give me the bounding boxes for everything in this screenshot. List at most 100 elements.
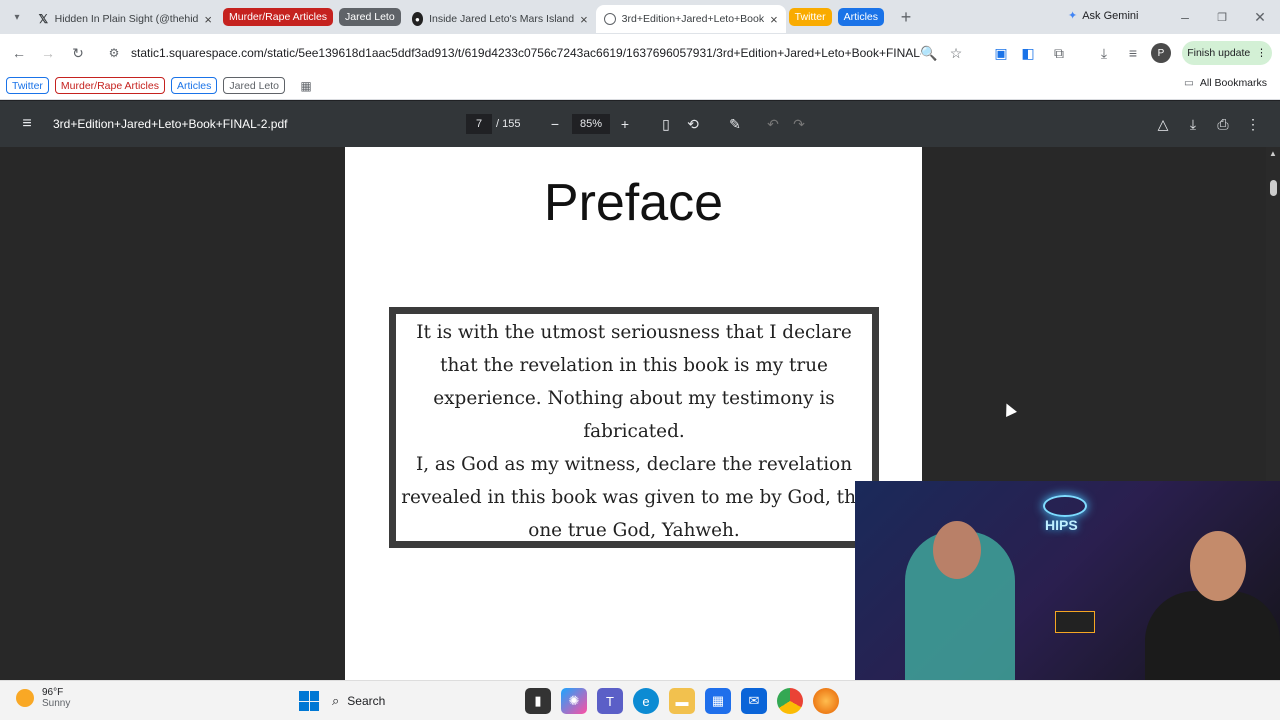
all-bookmarks-label: All Bookmarks	[1199, 77, 1268, 89]
new-tab-icon[interactable]: +	[893, 4, 919, 30]
declaration-paragraph-1: It is with the utmost seriousness that I…	[416, 322, 852, 442]
ask-gemini-button[interactable]: ✦ Ask Gemini	[1068, 9, 1139, 23]
person-right-head	[1190, 531, 1246, 601]
x-logo-icon: 𝕏	[38, 12, 49, 26]
zoom-out-icon[interactable]: −	[542, 111, 568, 137]
extension-icon[interactable]: ▣	[988, 40, 1014, 66]
scroll-up-icon[interactable]: ▲	[1269, 149, 1277, 158]
mail-icon[interactable]: ✉	[741, 688, 767, 714]
rotate-icon[interactable]: ⟲	[680, 111, 706, 137]
tab-label: Inside Jared Leto's Mars Island	[429, 13, 575, 25]
puzzle-icon[interactable]: ⧉	[1046, 40, 1072, 66]
person-left-head	[933, 521, 981, 579]
tab-mars-island[interactable]: ● Inside Jared Leto's Mars Island ×	[404, 5, 596, 33]
shelf-lights	[1055, 611, 1095, 633]
page-total: / 155	[496, 118, 521, 130]
ask-gemini-label: Ask Gemini	[1082, 9, 1139, 22]
minimize-icon[interactable]: –	[1172, 4, 1198, 30]
windows-start-icon[interactable]	[299, 691, 319, 711]
scroll-thumb[interactable]	[1270, 180, 1277, 196]
bookmark-articles[interactable]: Articles	[170, 77, 218, 94]
forward-icon[interactable]: →	[35, 40, 61, 66]
site-icon: ●	[411, 12, 424, 26]
bookmark-jared-leto[interactable]: Jared Leto	[223, 77, 286, 94]
chrome-icon[interactable]	[777, 688, 803, 714]
taskbar: 96°F Sunny ⌕ Search ▮ ✺ T e ▬ ▦ ✉	[0, 680, 1280, 720]
restore-icon[interactable]: ❐	[1209, 4, 1235, 30]
all-bookmarks[interactable]: ▭ All Bookmarks	[1184, 77, 1267, 89]
page-number-input[interactable]: 7	[466, 114, 492, 134]
firefox-icon[interactable]	[813, 688, 839, 714]
taskbar-search[interactable]: ⌕ Search	[332, 689, 512, 713]
tab-search-icon[interactable]: ▾	[4, 4, 30, 30]
file-icon[interactable]: ▮	[525, 688, 551, 714]
gemini-icon: ✦	[1068, 10, 1078, 22]
weather-desc: Sunny	[42, 698, 71, 709]
star-icon[interactable]: ☆	[943, 40, 969, 66]
tab-twitter[interactable]: 𝕏 Hidden In Plain Sight (@thehid ×	[30, 5, 220, 33]
neon-sign: HIPS	[1045, 517, 1078, 533]
file-explorer-icon[interactable]: ▬	[669, 688, 695, 714]
browser-toolbar: ← → ↻ ⚙ static1.squarespace.com/static/5…	[0, 34, 1280, 72]
finish-update-label: Finish update	[1187, 47, 1251, 59]
pdf-download-icon[interactable]: ⤓	[1180, 111, 1206, 137]
zoom-in-icon[interactable]: +	[612, 111, 638, 137]
close-window-icon[interactable]: ✕	[1247, 4, 1273, 30]
address-bar[interactable]: static1.squarespace.com/static/5ee139618…	[131, 38, 921, 68]
url-text: static1.squarespace.com/static/5ee139618…	[131, 46, 921, 60]
back-icon[interactable]: ←	[6, 40, 32, 66]
undo-icon[interactable]: ↶	[760, 111, 786, 137]
store-icon[interactable]: ▦	[705, 688, 731, 714]
search-icon: ⌕	[332, 693, 340, 708]
bookmark-twitter[interactable]: Twitter	[6, 77, 49, 94]
bookmarks-bar: Twitter Murder/Rape Articles Articles Ja…	[0, 72, 1280, 100]
bookmark-murder-rape[interactable]: Murder/Rape Articles	[54, 77, 165, 94]
close-icon[interactable]: ×	[198, 12, 212, 27]
menu-icon[interactable]: ≡	[14, 111, 40, 137]
redo-icon[interactable]: ↷	[786, 111, 812, 137]
tab-group-articles[interactable]: Articles	[837, 8, 885, 26]
tab-label: Hidden In Plain Sight (@thehid	[54, 13, 199, 25]
more-options-icon[interactable]: ⋮	[1240, 111, 1266, 137]
apps-grid-icon[interactable]: ▦	[293, 73, 319, 99]
zoom-icon[interactable]: 🔍	[916, 40, 942, 66]
more-icon: ⋮	[1256, 47, 1267, 59]
declaration-box: It is with the utmost seriousness that I…	[389, 307, 879, 548]
declaration-paragraph-2: I, as God as my witness, declare the rev…	[401, 454, 867, 541]
download-icon[interactable]: ⤓	[1091, 40, 1117, 66]
tab-group-twitter[interactable]: Twitter	[788, 8, 832, 26]
tab-label: 3rd+Edition+Jared+Leto+Book	[621, 13, 765, 25]
taskbar-apps: ▮ ✺ T e ▬ ▦ ✉	[520, 688, 844, 714]
neon-ufo-icon	[1043, 495, 1087, 517]
drive-icon[interactable]: △	[1150, 111, 1176, 137]
search-label: Search	[347, 694, 386, 708]
print-icon[interactable]: ⎙	[1210, 111, 1236, 137]
edge-icon[interactable]: e	[633, 688, 659, 714]
media-icon[interactable]: ≡	[1120, 40, 1146, 66]
pdf-toolbar: ≡ 3rd+Edition+Jared+Leto+Book+FINAL-2.pd…	[0, 101, 1280, 147]
finish-update-button[interactable]: Finish update ⋮	[1182, 41, 1272, 65]
profile-avatar[interactable]: P	[1151, 43, 1171, 63]
tab-pdf[interactable]: 3rd+Edition+Jared+Leto+Book ×	[595, 5, 786, 33]
copilot-icon[interactable]: ✺	[561, 688, 587, 714]
close-icon[interactable]: ×	[574, 12, 588, 27]
site-info-icon[interactable]: ⚙	[101, 40, 127, 66]
tab-group-murder-rape[interactable]: Murder/Rape Articles	[223, 8, 334, 26]
pdf-page: Preface It is with the utmost seriousnes…	[345, 147, 922, 680]
fit-page-icon[interactable]: ▯	[653, 111, 679, 137]
weather-widget[interactable]: 96°F Sunny	[16, 687, 70, 709]
globe-icon	[603, 13, 616, 25]
annotate-icon[interactable]: ✎	[722, 111, 748, 137]
pdf-filename: 3rd+Edition+Jared+Leto+Book+FINAL-2.pdf	[53, 117, 288, 131]
teams-icon[interactable]: T	[597, 688, 623, 714]
tab-group-jared-leto[interactable]: Jared Leto	[339, 8, 401, 26]
zoom-level[interactable]: 85%	[572, 114, 610, 134]
page-title: Preface	[543, 174, 724, 232]
tab-strip: ▾ 𝕏 Hidden In Plain Sight (@thehid × Mur…	[0, 0, 1280, 34]
folder-icon: ▭	[1184, 77, 1194, 89]
close-icon[interactable]: ×	[764, 12, 778, 27]
weather-temp: 96°F	[42, 687, 64, 698]
extension-icon-2[interactable]: ◧	[1015, 40, 1041, 66]
sun-icon	[16, 689, 34, 707]
reload-icon[interactable]: ↻	[65, 40, 91, 66]
